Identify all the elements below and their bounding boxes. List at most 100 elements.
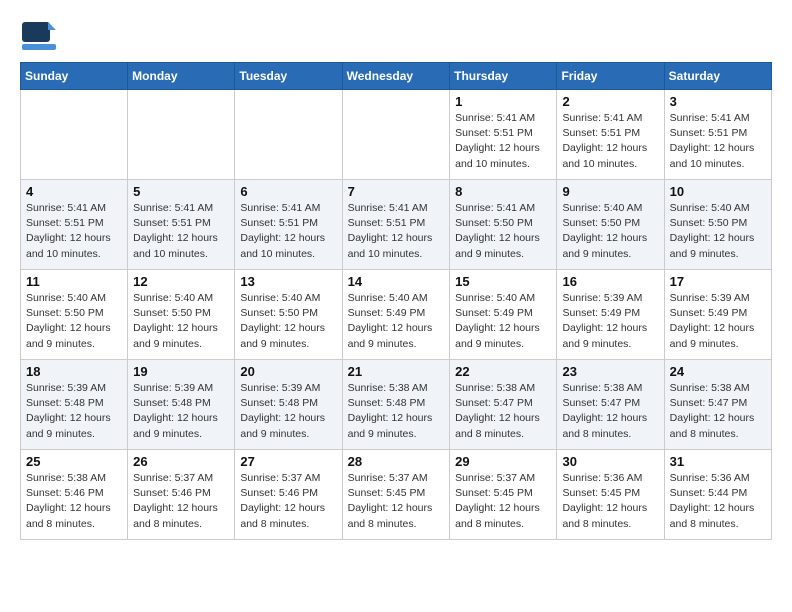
- day-number: 21: [348, 364, 445, 379]
- calendar-week-4: 18 Sunrise: 5:39 AMSunset: 5:48 PMDayligh…: [21, 360, 772, 450]
- day-info: Sunrise: 5:38 AMSunset: 5:46 PMDaylight:…: [26, 471, 122, 532]
- day-info: Sunrise: 5:38 AMSunset: 5:48 PMDaylight:…: [348, 381, 445, 442]
- logo-icon: [20, 20, 58, 52]
- calendar-cell: 28 Sunrise: 5:37 AMSunset: 5:45 PMDayligh…: [342, 450, 450, 540]
- day-info: Sunrise: 5:41 AMSunset: 5:51 PMDaylight:…: [240, 201, 336, 262]
- calendar-week-3: 11 Sunrise: 5:40 AMSunset: 5:50 PMDayligh…: [21, 270, 772, 360]
- calendar-cell: 4 Sunrise: 5:41 AMSunset: 5:51 PMDaylight…: [21, 180, 128, 270]
- day-info: Sunrise: 5:41 AMSunset: 5:51 PMDaylight:…: [670, 111, 766, 172]
- day-number: 14: [348, 274, 445, 289]
- calendar-cell: 11 Sunrise: 5:40 AMSunset: 5:50 PMDayligh…: [21, 270, 128, 360]
- calendar-cell: 25 Sunrise: 5:38 AMSunset: 5:46 PMDayligh…: [21, 450, 128, 540]
- column-header-monday: Monday: [128, 63, 235, 90]
- day-info: Sunrise: 5:37 AMSunset: 5:45 PMDaylight:…: [455, 471, 551, 532]
- calendar-cell: 9 Sunrise: 5:40 AMSunset: 5:50 PMDaylight…: [557, 180, 664, 270]
- day-info: Sunrise: 5:39 AMSunset: 5:49 PMDaylight:…: [670, 291, 766, 352]
- day-number: 19: [133, 364, 229, 379]
- day-info: Sunrise: 5:36 AMSunset: 5:44 PMDaylight:…: [670, 471, 766, 532]
- calendar-cell: 13 Sunrise: 5:40 AMSunset: 5:50 PMDayligh…: [235, 270, 342, 360]
- calendar-cell: 15Sunrise: 5:40 AMSunset: 5:49 PMDayligh…: [450, 270, 557, 360]
- day-info: Sunrise: 5:37 AMSunset: 5:46 PMDaylight:…: [240, 471, 336, 532]
- day-number: 8: [455, 184, 551, 199]
- calendar-cell: 21 Sunrise: 5:38 AMSunset: 5:48 PMDayligh…: [342, 360, 450, 450]
- day-number: 10: [670, 184, 766, 199]
- day-number: 17: [670, 274, 766, 289]
- column-header-friday: Friday: [557, 63, 664, 90]
- day-info: Sunrise: 5:36 AMSunset: 5:45 PMDaylight:…: [562, 471, 658, 532]
- calendar-cell: [128, 90, 235, 180]
- calendar-cell: 12 Sunrise: 5:40 AMSunset: 5:50 PMDayligh…: [128, 270, 235, 360]
- day-number: 22: [455, 364, 551, 379]
- day-number: 24: [670, 364, 766, 379]
- day-number: 28: [348, 454, 445, 469]
- calendar-week-1: 1 Sunrise: 5:41 AMSunset: 5:51 PMDaylight…: [21, 90, 772, 180]
- calendar-cell: 7Sunrise: 5:41 AMSunset: 5:51 PMDaylight…: [342, 180, 450, 270]
- day-number: 3: [670, 94, 766, 109]
- day-info: Sunrise: 5:41 AMSunset: 5:51 PMDaylight:…: [348, 201, 445, 262]
- day-info: Sunrise: 5:39 AMSunset: 5:48 PMDaylight:…: [133, 381, 229, 442]
- calendar-cell: 29 Sunrise: 5:37 AMSunset: 5:45 PMDayligh…: [450, 450, 557, 540]
- calendar-cell: 8 Sunrise: 5:41 AMSunset: 5:50 PMDaylight…: [450, 180, 557, 270]
- day-number: 25: [26, 454, 122, 469]
- calendar-cell: 26 Sunrise: 5:37 AMSunset: 5:46 PMDayligh…: [128, 450, 235, 540]
- day-number: 4: [26, 184, 122, 199]
- calendar-cell: 18 Sunrise: 5:39 AMSunset: 5:48 PMDayligh…: [21, 360, 128, 450]
- calendar-cell: 2Sunrise: 5:41 AMSunset: 5:51 PMDaylight…: [557, 90, 664, 180]
- day-number: 9: [562, 184, 658, 199]
- day-number: 27: [240, 454, 336, 469]
- day-info: Sunrise: 5:38 AMSunset: 5:47 PMDaylight:…: [670, 381, 766, 442]
- calendar-cell: [21, 90, 128, 180]
- calendar-cell: 20Sunrise: 5:39 AMSunset: 5:48 PMDayligh…: [235, 360, 342, 450]
- calendar-cell: 27 Sunrise: 5:37 AMSunset: 5:46 PMDayligh…: [235, 450, 342, 540]
- calendar-cell: 23Sunrise: 5:38 AMSunset: 5:47 PMDayligh…: [557, 360, 664, 450]
- day-info: Sunrise: 5:40 AMSunset: 5:50 PMDaylight:…: [670, 201, 766, 262]
- column-header-sunday: Sunday: [21, 63, 128, 90]
- logo: [20, 20, 62, 52]
- day-info: Sunrise: 5:40 AMSunset: 5:49 PMDaylight:…: [455, 291, 551, 352]
- day-number: 5: [133, 184, 229, 199]
- calendar-cell: 5 Sunrise: 5:41 AMSunset: 5:51 PMDaylight…: [128, 180, 235, 270]
- page-header: [20, 20, 772, 52]
- day-info: Sunrise: 5:39 AMSunset: 5:48 PMDaylight:…: [240, 381, 336, 442]
- calendar-cell: 19 Sunrise: 5:39 AMSunset: 5:48 PMDayligh…: [128, 360, 235, 450]
- column-header-wednesday: Wednesday: [342, 63, 450, 90]
- day-number: 16: [562, 274, 658, 289]
- day-number: 18: [26, 364, 122, 379]
- day-info: Sunrise: 5:40 AMSunset: 5:50 PMDaylight:…: [240, 291, 336, 352]
- day-info: Sunrise: 5:40 AMSunset: 5:50 PMDaylight:…: [133, 291, 229, 352]
- calendar-week-2: 4 Sunrise: 5:41 AMSunset: 5:51 PMDaylight…: [21, 180, 772, 270]
- day-info: Sunrise: 5:39 AMSunset: 5:49 PMDaylight:…: [562, 291, 658, 352]
- column-header-saturday: Saturday: [664, 63, 771, 90]
- calendar-cell: 24 Sunrise: 5:38 AMSunset: 5:47 PMDayligh…: [664, 360, 771, 450]
- day-info: Sunrise: 5:41 AMSunset: 5:50 PMDaylight:…: [455, 201, 551, 262]
- day-info: Sunrise: 5:41 AMSunset: 5:51 PMDaylight:…: [133, 201, 229, 262]
- calendar-table: SundayMondayTuesdayWednesdayThursdayFrid…: [20, 62, 772, 540]
- day-info: Sunrise: 5:39 AMSunset: 5:48 PMDaylight:…: [26, 381, 122, 442]
- calendar-cell: 31Sunrise: 5:36 AMSunset: 5:44 PMDayligh…: [664, 450, 771, 540]
- calendar-cell: 30Sunrise: 5:36 AMSunset: 5:45 PMDayligh…: [557, 450, 664, 540]
- calendar-cell: 3 Sunrise: 5:41 AMSunset: 5:51 PMDaylight…: [664, 90, 771, 180]
- day-number: 1: [455, 94, 551, 109]
- day-info: Sunrise: 5:37 AMSunset: 5:45 PMDaylight:…: [348, 471, 445, 532]
- calendar-cell: [235, 90, 342, 180]
- calendar-cell: 1Sunrise: 5:41 AMSunset: 5:51 PMDaylight…: [450, 90, 557, 180]
- day-number: 11: [26, 274, 122, 289]
- day-number: 26: [133, 454, 229, 469]
- day-info: Sunrise: 5:40 AMSunset: 5:50 PMDaylight:…: [26, 291, 122, 352]
- calendar-cell: 10 Sunrise: 5:40 AMSunset: 5:50 PMDayligh…: [664, 180, 771, 270]
- calendar-cell: [342, 90, 450, 180]
- calendar-header-row: SundayMondayTuesdayWednesdayThursdayFrid…: [21, 63, 772, 90]
- calendar-cell: 6Sunrise: 5:41 AMSunset: 5:51 PMDaylight…: [235, 180, 342, 270]
- day-info: Sunrise: 5:41 AMSunset: 5:51 PMDaylight:…: [562, 111, 658, 172]
- calendar-cell: 22Sunrise: 5:38 AMSunset: 5:47 PMDayligh…: [450, 360, 557, 450]
- day-number: 29: [455, 454, 551, 469]
- column-header-tuesday: Tuesday: [235, 63, 342, 90]
- day-info: Sunrise: 5:37 AMSunset: 5:46 PMDaylight:…: [133, 471, 229, 532]
- day-number: 12: [133, 274, 229, 289]
- calendar-cell: 17 Sunrise: 5:39 AMSunset: 5:49 PMDayligh…: [664, 270, 771, 360]
- day-number: 23: [562, 364, 658, 379]
- day-info: Sunrise: 5:40 AMSunset: 5:50 PMDaylight:…: [562, 201, 658, 262]
- day-info: Sunrise: 5:41 AMSunset: 5:51 PMDaylight:…: [26, 201, 122, 262]
- day-info: Sunrise: 5:40 AMSunset: 5:49 PMDaylight:…: [348, 291, 445, 352]
- day-number: 13: [240, 274, 336, 289]
